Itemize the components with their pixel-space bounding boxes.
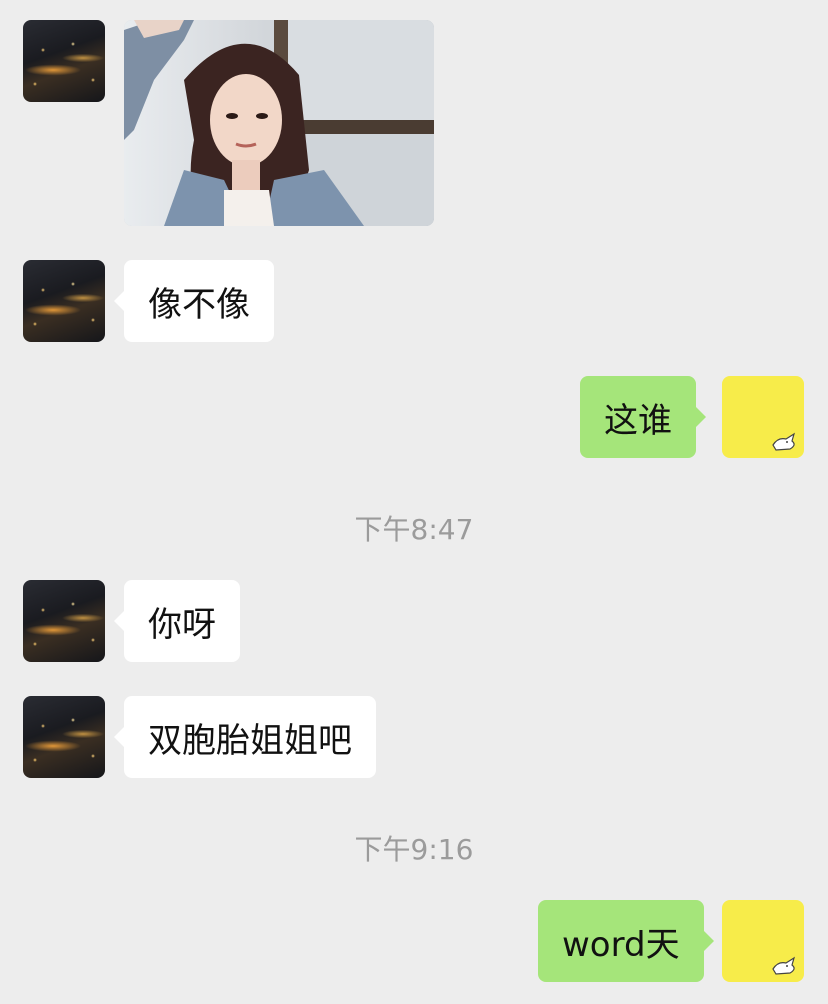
my-avatar[interactable] bbox=[722, 900, 804, 982]
contact-avatar[interactable] bbox=[23, 260, 105, 342]
my-avatar[interactable] bbox=[722, 376, 804, 458]
message-bubble-incoming[interactable]: 双胞胎姐姐吧 bbox=[114, 696, 376, 778]
message-text: 你呀 bbox=[148, 604, 216, 645]
contact-avatar[interactable] bbox=[23, 580, 105, 662]
contact-avatar[interactable] bbox=[23, 696, 105, 778]
message-bubble-outgoing[interactable]: word天 bbox=[538, 900, 714, 982]
doodle-icon bbox=[772, 956, 796, 975]
message-text: 这谁 bbox=[604, 400, 672, 441]
image-message[interactable] bbox=[124, 20, 434, 226]
message-bubble-outgoing[interactable]: 这谁 bbox=[580, 376, 706, 458]
chat-view: 像不像 这谁 下午8:47 你呀 双胞胎姐姐吧 下午9:16 word天 bbox=[0, 0, 828, 1004]
message-text: word天 bbox=[562, 924, 680, 965]
timestamp: 下午8:47 bbox=[354, 513, 474, 546]
timestamp: 下午9:16 bbox=[354, 833, 474, 866]
contact-avatar[interactable] bbox=[23, 20, 105, 102]
message-text: 双胞胎姐姐吧 bbox=[148, 720, 352, 761]
message-text: 像不像 bbox=[148, 284, 250, 325]
doodle-icon bbox=[772, 432, 796, 451]
message-bubble-incoming[interactable]: 你呀 bbox=[114, 580, 240, 662]
message-bubble-incoming[interactable]: 像不像 bbox=[114, 260, 274, 342]
photo-image bbox=[124, 20, 434, 226]
